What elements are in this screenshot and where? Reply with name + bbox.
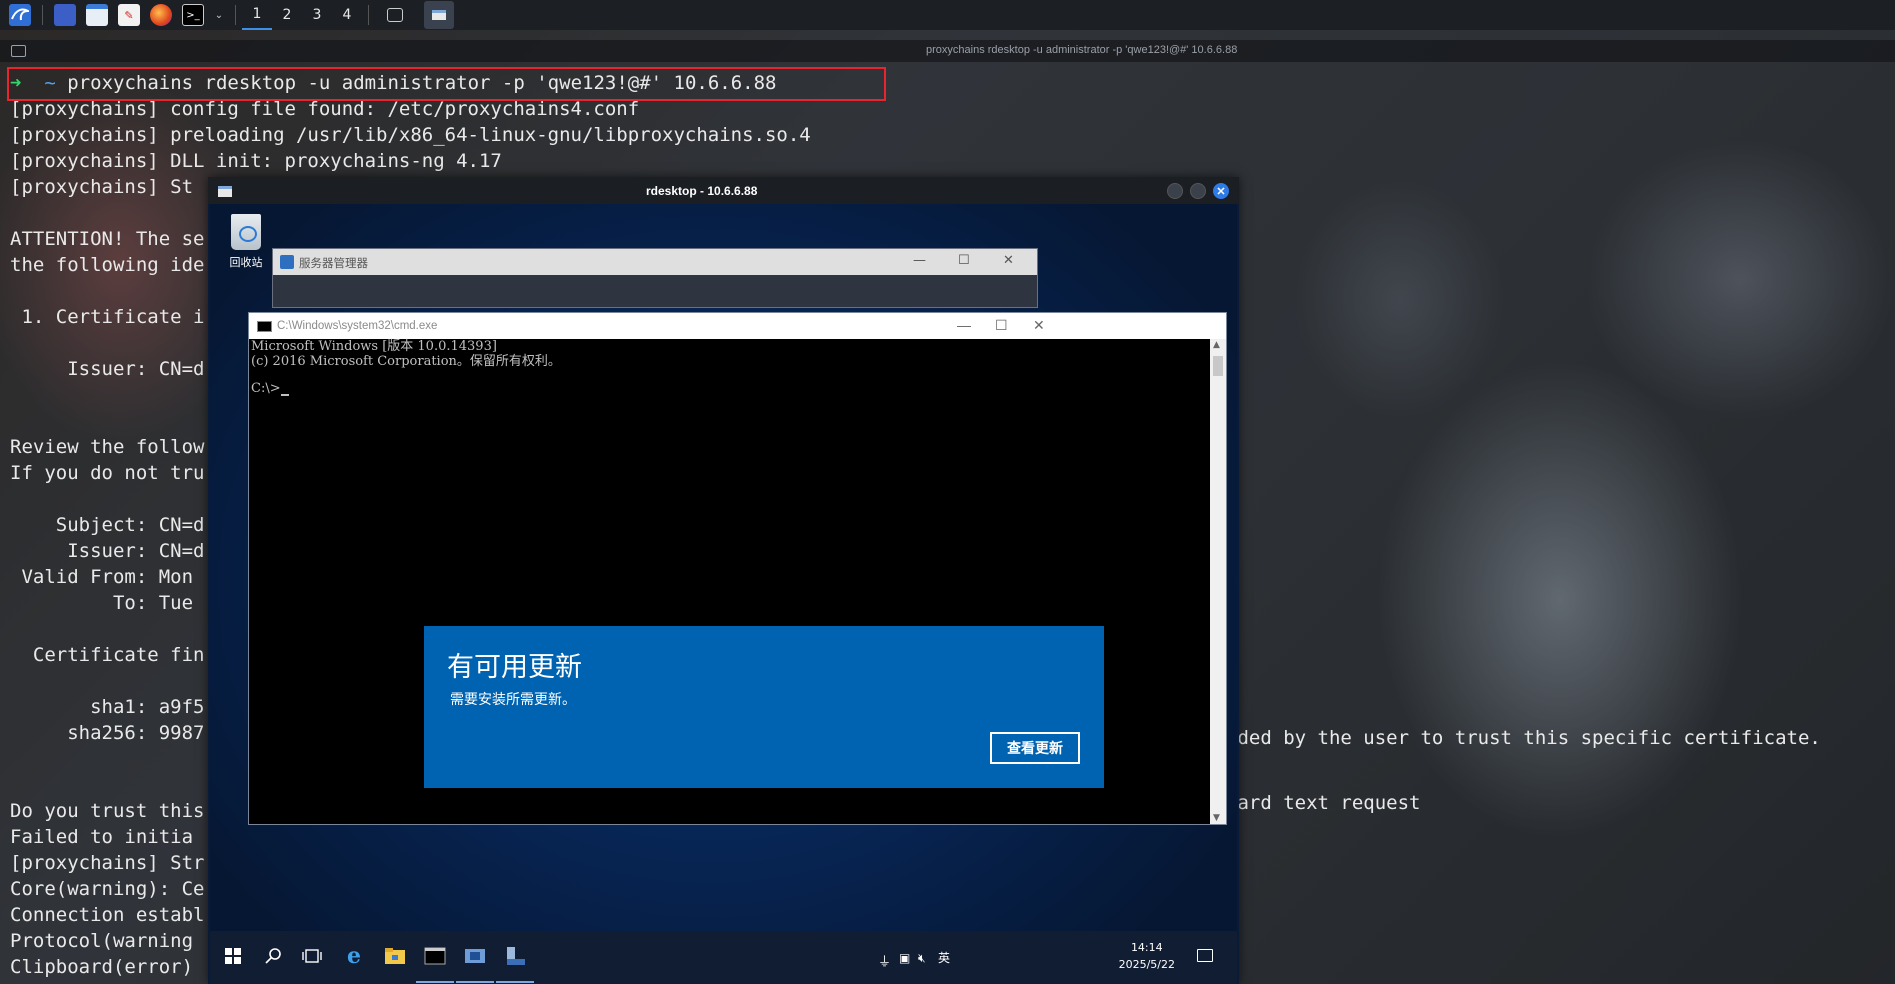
terminal-line: Valid From: Mon (10, 566, 205, 588)
firefox-icon[interactable] (150, 4, 172, 26)
server-manager-icon (280, 255, 294, 269)
server-manager-title: 服务器管理器 (299, 256, 368, 270)
cmd-titlebar[interactable]: C:\Windows\system32\cmd.exe — ☐ ✕ (249, 313, 1226, 339)
terminal-line: Core(warning): Ce (10, 878, 205, 900)
workspace-1[interactable]: 1 (242, 0, 272, 30)
taskbar-window-icon[interactable] (456, 943, 494, 983)
top-panel: ✎ >_ ⌄ 1 2 3 4 (0, 0, 1895, 30)
terminal-line: [proxychains] St (10, 176, 194, 198)
terminal-title: proxychains rdesktop -u administrator -p… (926, 44, 1238, 56)
notification-center-icon[interactable] (1197, 949, 1213, 962)
volume-muted-icon[interactable]: 🔇︎ (918, 951, 926, 966)
input-language[interactable]: 英 (938, 949, 950, 966)
cmd-cursor (280, 394, 289, 396)
cmd-scrollbar[interactable]: ▲ ▼ (1210, 339, 1226, 824)
recycle-bin[interactable]: 回收站 (226, 214, 266, 270)
terminal-line: To: Tue (10, 592, 205, 614)
terminal-window-icon (11, 45, 26, 57)
cmd-prompt: C:\> (251, 381, 281, 396)
maximize-button[interactable] (1190, 183, 1206, 199)
terminal-line: Connection establ (10, 904, 205, 926)
windows-taskbar: e ⏚ ▣ 🔇︎ 英 14:14 2025/5/22 (210, 931, 1237, 984)
close-icon[interactable]: ✕ (1033, 317, 1045, 334)
terminal-line: Subject: CN=d (10, 514, 205, 536)
taskbar-rdesktop-window-icon[interactable] (424, 1, 454, 29)
recycle-bin-label: 回收站 (229, 256, 263, 269)
kali-menu-icon[interactable] (9, 4, 31, 26)
scroll-down-icon[interactable]: ▼ (1213, 813, 1220, 823)
minimize-icon[interactable]: — (957, 317, 971, 333)
cmd-banner-line: (c) 2016 Microsoft Corporation。保留所有权利。 (251, 354, 561, 369)
rdesktop-title: rdesktop - 10.6.6.88 (646, 184, 758, 198)
terminal-line: ATTENTION! The se (10, 228, 205, 250)
terminal-titlebar: proxychains rdesktop -u administrator -p… (0, 40, 1895, 62)
taskbar-server-manager-icon[interactable] (496, 943, 534, 983)
task-view-icon[interactable] (299, 943, 325, 969)
cmd-app-icon (257, 321, 272, 332)
terminal-icon[interactable]: >_ (182, 4, 204, 26)
workspace-2[interactable]: 2 (272, 0, 302, 30)
terminal-line: Clipboard(error) (10, 956, 194, 978)
terminal-line: Protocol(warning (10, 930, 194, 952)
taskbar-cmd-icon[interactable] (416, 943, 454, 983)
update-title: 有可用更新 (447, 652, 582, 683)
usb-icon[interactable]: ⏚ (878, 951, 891, 970)
file-manager-icon[interactable] (86, 4, 108, 26)
close-icon[interactable]: ✕ (1003, 253, 1014, 268)
internet-explorer-icon[interactable]: e (341, 943, 367, 969)
scrollbar-thumb[interactable] (1213, 356, 1223, 376)
terminal-line: the following ide (10, 254, 205, 276)
terminal-fragment: oard text request (1226, 792, 1421, 814)
terminal-line: [proxychains] preloading /usr/lib/x86_64… (10, 124, 811, 146)
maximize-icon[interactable]: ☐ (958, 253, 970, 268)
maximize-icon[interactable]: ☐ (995, 317, 1008, 334)
rdesktop-app-icon (218, 186, 232, 197)
view-updates-button[interactable]: 查看更新 (990, 732, 1080, 764)
rdesktop-window[interactable]: rdesktop - 10.6.6.88 ✕ 回收站 服务器管理器 — ☐ ✕ … (208, 177, 1239, 984)
terminal-line: sha256: 9987 (10, 722, 205, 744)
cmd-banner-line: Microsoft Windows [版本 10.0.14393] (251, 339, 497, 354)
remote-desktop[interactable]: 回收站 服务器管理器 — ☐ ✕ C:\Windows\system32\cmd… (210, 204, 1237, 984)
close-button[interactable]: ✕ (1213, 183, 1229, 199)
minimize-button[interactable] (1167, 183, 1183, 199)
update-message: 需要安装所需更新。 (450, 692, 576, 708)
recycle-bin-icon (231, 214, 261, 250)
file-explorer-icon[interactable] (382, 943, 408, 969)
search-icon[interactable] (260, 943, 286, 969)
taskbar-clock[interactable]: 14:14 2025/5/22 (1119, 939, 1175, 973)
terminal-line: If you do not tru (10, 462, 205, 484)
scroll-up-icon[interactable]: ▲ (1213, 340, 1220, 350)
terminal-line: Do you trust this (10, 800, 205, 822)
cmd-prompt-line: C:\> (251, 381, 1209, 396)
terminal-line: [proxychains] Str (10, 852, 205, 874)
terminal-fragment: dded by the user to trust this specific … (1226, 727, 1821, 749)
rdesktop-titlebar[interactable]: rdesktop - 10.6.6.88 ✕ (208, 177, 1239, 204)
server-manager-titlebar[interactable]: 服务器管理器 — ☐ ✕ (273, 249, 1037, 275)
terminal-line: 1. Certificate i (10, 306, 205, 328)
terminal-line: Issuer: CN=d (10, 540, 205, 562)
text-editor-icon[interactable]: ✎ (118, 4, 140, 26)
update-notification[interactable]: 有可用更新 需要安装所需更新。 查看更新 (424, 626, 1104, 788)
network-icon[interactable]: ▣ (899, 951, 910, 965)
command-highlight-box (7, 67, 886, 101)
terminal-line: Review the follow (10, 436, 205, 458)
show-desktop-icon[interactable] (54, 4, 76, 26)
terminal-line: Issuer: CN=d (10, 358, 205, 380)
terminal-line: Failed to initia (10, 826, 194, 848)
clock-time: 14:14 (1130, 941, 1163, 954)
workspace-4[interactable]: 4 (332, 0, 362, 30)
minimize-icon[interactable]: — (913, 253, 926, 268)
cmd-window[interactable]: C:\Windows\system32\cmd.exe — ☐ ✕ Micros… (248, 312, 1227, 825)
chevron-down-icon[interactable]: ⌄ (214, 4, 224, 26)
cmd-title: C:\Windows\system32\cmd.exe (277, 320, 438, 332)
clock-date: 2025/5/22 (1118, 958, 1175, 971)
terminal-line: Certificate fin (10, 644, 205, 666)
terminal-line: sha1: a9f5 (10, 696, 205, 718)
taskbar-terminal-window-icon[interactable] (387, 8, 403, 22)
server-manager-window[interactable]: 服务器管理器 — ☐ ✕ (272, 248, 1038, 308)
terminal-line: [proxychains] DLL init: proxychains-ng 4… (10, 150, 502, 172)
workspace-3[interactable]: 3 (302, 0, 332, 30)
start-button[interactable] (220, 943, 246, 969)
